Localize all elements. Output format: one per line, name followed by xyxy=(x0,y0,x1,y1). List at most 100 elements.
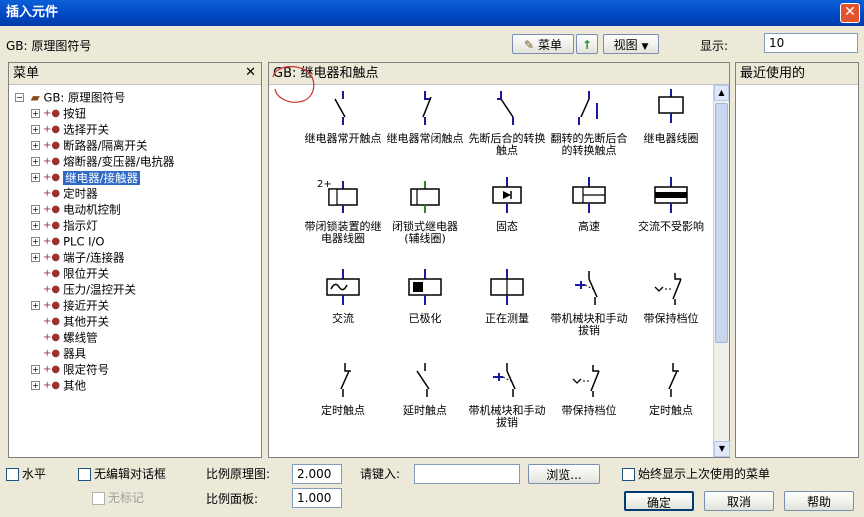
help-button[interactable]: 帮助 xyxy=(784,491,854,511)
tree-item[interactable]: +● 其他开关 xyxy=(31,313,109,329)
up-level-icon[interactable]: ↑ xyxy=(576,34,598,54)
scroll-up-icon[interactable]: ▲ xyxy=(714,85,729,101)
category-icon: +● xyxy=(43,267,61,279)
tree-item[interactable]: + +● 按钮 xyxy=(31,105,86,121)
tree-item[interactable]: + +● 接近开关 xyxy=(31,297,109,313)
tree-item-label: 按钮 xyxy=(63,106,87,121)
symbol-label: 闭锁式继电器(辅线圈) xyxy=(392,220,458,245)
symbol-flipped-changeover-contact[interactable]: 翻转的先断后合的转换触点 xyxy=(549,89,629,157)
tree-item[interactable]: + +● 选择开关 xyxy=(31,121,109,137)
no-tag-checkbox xyxy=(92,492,105,505)
tree-item[interactable]: +● 螺线管 xyxy=(31,329,98,345)
expand-icon[interactable]: + xyxy=(31,141,40,150)
scale-panel-input[interactable]: 1.000 xyxy=(292,488,342,508)
ac-immune-icon xyxy=(654,177,688,213)
tree-item-label: 继电器/接触器 xyxy=(63,170,140,185)
menu-button[interactable]: ✎ 菜单 xyxy=(512,34,574,54)
tree-item[interactable]: + +● 电动机控制 xyxy=(31,201,121,217)
collapse-icon[interactable]: − xyxy=(15,93,24,102)
enter-label: 请键入: xyxy=(360,467,401,481)
symbol-timed-contact-2[interactable]: 定时触点 xyxy=(631,361,711,417)
tree-item[interactable]: +● 定时器 xyxy=(31,185,98,201)
tree-item[interactable]: + +● 断路器/隔离开关 xyxy=(31,137,147,153)
scroll-down-icon[interactable]: ▼ xyxy=(714,441,730,457)
tree-item[interactable]: + +● 指示灯 xyxy=(31,217,98,233)
menu-panel: 菜单 ✕ − ▰ GB: 原理图符号 + +● 按钮 + +● 选择开关 + +● 断路器/隔离… xyxy=(8,62,262,458)
expand-icon[interactable]: + xyxy=(31,365,40,374)
scale-schematic-input[interactable]: 2.000 xyxy=(292,464,342,484)
tree-item[interactable]: + +● 熔断器/变压器/电抗器 xyxy=(31,153,174,169)
tree-item-label: 限位开关 xyxy=(63,266,110,281)
delay-contact-icon xyxy=(416,363,430,397)
symbol-label: 已极化 xyxy=(408,312,442,325)
scroll-thumb[interactable] xyxy=(715,103,728,343)
ok-button[interactable]: 确定 xyxy=(624,491,694,511)
tree-root[interactable]: − ▰ GB: 原理图符号 xyxy=(15,89,125,105)
symbol-no-contact[interactable]: 继电器常开触点 xyxy=(303,89,383,145)
view-button[interactable]: 视图 ▼ xyxy=(603,34,659,54)
expand-icon[interactable]: + xyxy=(31,125,40,134)
symbol-ac-immune[interactable]: 交流不受影响 xyxy=(631,177,711,233)
symbol-latching-coil[interactable]: 2+ 带闭锁装置的继电器线圈 xyxy=(303,177,383,245)
tree-item[interactable]: + +● 继电器/接触器 xyxy=(31,169,140,185)
symbol-hold-position[interactable]: 带保持档位 xyxy=(631,269,711,325)
symbol-nc-contact[interactable]: 继电器常闭触点 xyxy=(385,89,465,145)
display-count-input[interactable]: 10 xyxy=(764,33,858,53)
latching-coil-icon: 2+ xyxy=(317,179,358,213)
recent-panel: 最近使用的 xyxy=(735,62,859,458)
always-show-last-menu-checkbox[interactable] xyxy=(622,468,635,481)
measuring-icon xyxy=(490,269,524,305)
no-edit-dialog-checkbox[interactable] xyxy=(78,468,91,481)
tree-item-label: 器具 xyxy=(63,346,87,361)
symbol-high-speed[interactable]: 高速 xyxy=(549,177,629,233)
menu-panel-close-icon[interactable]: ✕ xyxy=(245,65,256,80)
tree-item[interactable]: +● 器具 xyxy=(31,345,86,361)
expand-icon[interactable]: + xyxy=(31,237,40,246)
symbol-delay-contact[interactable]: 延时触点 xyxy=(385,361,465,417)
symbol-ac-coil[interactable]: 交流 xyxy=(303,269,383,325)
symbol-measuring[interactable]: 正在测量 xyxy=(467,269,547,325)
horizontal-checkbox[interactable] xyxy=(6,468,19,481)
category-icon: +● xyxy=(43,155,61,167)
symbol-label: 定时触点 xyxy=(649,404,693,417)
expand-icon[interactable]: + xyxy=(31,253,40,262)
cancel-button[interactable]: 取消 xyxy=(704,491,774,511)
symbol-mech-block[interactable]: 带机械块和手动拔销 xyxy=(549,269,629,337)
expand-icon[interactable]: + xyxy=(31,205,40,214)
menu-tree: − ▰ GB: 原理图符号 + +● 按钮 + +● 选择开关 + +● 断路器/隔离开关 + +●… xyxy=(9,85,261,457)
symbol-label: 带闭锁装置的继电器线圈 xyxy=(304,220,382,245)
symbol-solid-state[interactable]: 固态 xyxy=(467,177,547,233)
symbol-latching-aux-coil[interactable]: 闭锁式继电器(辅线圈) xyxy=(385,177,465,245)
tree-item[interactable]: +● 压力/温控开关 xyxy=(31,281,136,297)
symbol-hold-position-2[interactable]: 带保持档位 xyxy=(549,361,629,417)
close-icon[interactable]: ✕ xyxy=(840,3,860,23)
expand-icon[interactable]: + xyxy=(31,173,40,182)
symbol-label: 继电器线圈 xyxy=(643,132,699,145)
tree-item[interactable]: +● 限位开关 xyxy=(31,265,109,281)
symbol-polarized[interactable]: 已极化 xyxy=(385,269,465,325)
browse-button[interactable]: 浏览... xyxy=(528,464,600,484)
expand-icon[interactable]: + xyxy=(31,157,40,166)
symbol-label: 固态 xyxy=(496,220,518,233)
symbol-timed-contact[interactable]: 定时触点 xyxy=(303,361,383,417)
mech-block-icon xyxy=(575,271,598,305)
expand-icon[interactable]: + xyxy=(31,109,40,118)
symbol-coil[interactable]: 继电器线圈 xyxy=(631,89,711,145)
enter-input[interactable] xyxy=(414,464,520,484)
tree-item-label: 其他开关 xyxy=(63,314,110,329)
symbols-scrollbar[interactable]: ▲ ▼ xyxy=(713,85,730,457)
expand-icon[interactable]: + xyxy=(31,221,40,230)
expand-icon[interactable]: + xyxy=(31,301,40,310)
category-icon: +● xyxy=(43,203,61,215)
category-icon: +● xyxy=(43,347,61,359)
symbol-mech-block-2[interactable]: 带机械块和手动拔销 xyxy=(467,361,547,429)
symbol-changeover-contact[interactable]: 先断后合的转换触点 xyxy=(467,89,547,157)
tree-item[interactable]: + +● 限定符号 xyxy=(31,361,109,377)
expand-icon[interactable]: + xyxy=(31,381,40,390)
tree-item[interactable]: + +● PLC I/O xyxy=(31,233,104,249)
tree-item[interactable]: + +● 端子/连接器 xyxy=(31,249,124,265)
symbol-label: 交流不受影响 xyxy=(638,220,704,233)
tree-item[interactable]: + +● 其他 xyxy=(31,377,86,393)
